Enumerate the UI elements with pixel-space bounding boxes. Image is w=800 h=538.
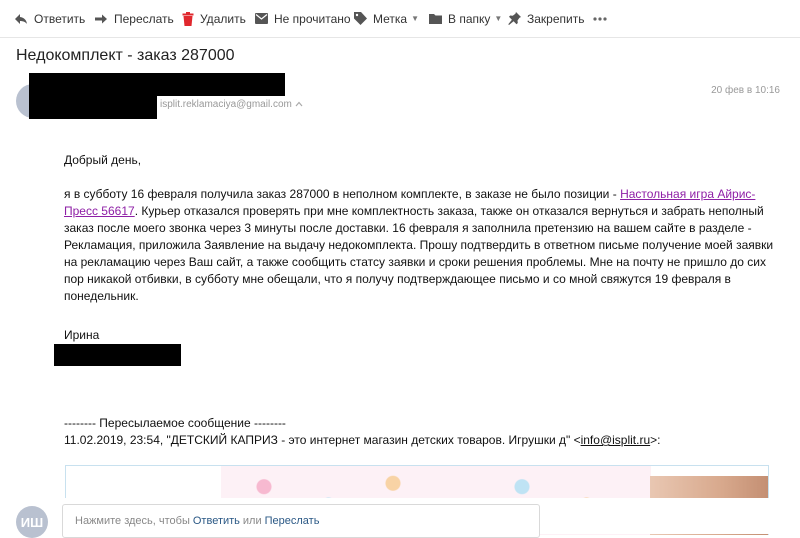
greeting: Добрый день, (64, 153, 142, 167)
reply-or-text: или (242, 515, 262, 527)
more-actions-button[interactable] (593, 0, 607, 37)
paragraph-line: на рекламацию через Ваш сайт, а также со… (64, 255, 766, 269)
mark-unread-label: Не прочитано (274, 11, 351, 26)
signature-name: Ирина (64, 328, 100, 342)
trash-icon (182, 11, 194, 26)
mark-unread-button[interactable]: Не прочитано (255, 0, 351, 37)
paragraph-line: Пресс 56617. Курьер отказался проверять … (64, 203, 769, 220)
quick-reply-input[interactable]: Нажмите здесь, чтобы Ответить или Пересл… (62, 504, 540, 538)
product-link[interactable]: Пресс 56617 (64, 204, 135, 218)
pin-label: Закрепить (527, 11, 585, 26)
caret-down-icon: ▼ (494, 14, 503, 23)
reply-link[interactable]: Ответить (193, 515, 240, 527)
delete-label: Удалить (200, 11, 246, 26)
pin-icon (508, 12, 521, 25)
forward-link[interactable]: Переслать (265, 515, 320, 527)
forward-icon (94, 13, 108, 25)
product-link[interactable]: Настольная игра Айрис- (620, 187, 755, 201)
redacted-sender-name-2 (157, 73, 285, 96)
envelope-icon (255, 13, 268, 24)
sender-email[interactable]: isplit.reklamaciya@gmail.com (160, 99, 292, 110)
caret-down-icon: ▼ (411, 14, 420, 23)
reply-icon (14, 13, 28, 25)
tag-icon (354, 12, 367, 25)
paragraph-line: заказ после моего звонка через 3 минуты … (64, 221, 752, 235)
reply-label: Ответить (34, 11, 86, 26)
paragraph-line: пор никакой отбивки, в субботу мне обеща… (64, 272, 731, 286)
ellipsis-icon (593, 16, 607, 21)
forwarded-header: -------- Пересылаемое сообщение -------- (64, 416, 286, 430)
delete-button[interactable]: Удалить (182, 0, 246, 37)
paragraph-text: я в субботу 16 февраля получила заказ 28… (64, 187, 621, 201)
forward-label: Переслать (114, 11, 174, 26)
user-avatar[interactable]: ИШ (16, 506, 48, 538)
paragraph-line: Рекламация, приложила Заявление на выдач… (64, 238, 774, 252)
label-label: Метка (373, 11, 408, 26)
chevron-up-icon[interactable] (295, 100, 303, 108)
message-paragraph: я в субботу 16 февраля получила заказ 28… (64, 186, 774, 305)
pin-button[interactable]: Закрепить (508, 0, 584, 37)
paragraph-line: понедельник. (64, 289, 139, 303)
move-to-folder-dropdown[interactable]: В папку ▼ (429, 0, 502, 37)
message-toolbar: Ответить Переслать Удалить Не прочитано … (0, 0, 800, 38)
forward-button[interactable]: Переслать (94, 0, 174, 37)
move-to-folder-label: В папку (448, 11, 491, 26)
paragraph-text: . Курьер отказался проверять при мне ком… (134, 204, 764, 218)
forwarded-email-link[interactable]: info@isplit.ru (581, 433, 651, 447)
reply-button[interactable]: Ответить (14, 0, 85, 37)
paragraph-line: я в субботу 16 февраля получила заказ 28… (64, 186, 769, 203)
forwarded-meta-text: >: (650, 433, 661, 447)
folder-icon (429, 13, 442, 24)
message-subject: Недокомплект - заказ 287000 (16, 47, 235, 64)
reply-prompt-text: Нажмите здесь, чтобы (75, 515, 190, 527)
label-dropdown[interactable]: Метка ▼ (354, 0, 419, 37)
forwarded-meta-text: 11.02.2019, 23:54, "ДЕТСКИЙ КАПРИЗ - это… (64, 433, 581, 447)
message-date: 20 фев в 10:16 (711, 85, 780, 96)
redacted-signature (54, 344, 181, 366)
forwarded-meta: 11.02.2019, 23:54, "ДЕТСКИЙ КАПРИЗ - это… (64, 432, 660, 449)
redacted-sender-name (29, 73, 157, 119)
